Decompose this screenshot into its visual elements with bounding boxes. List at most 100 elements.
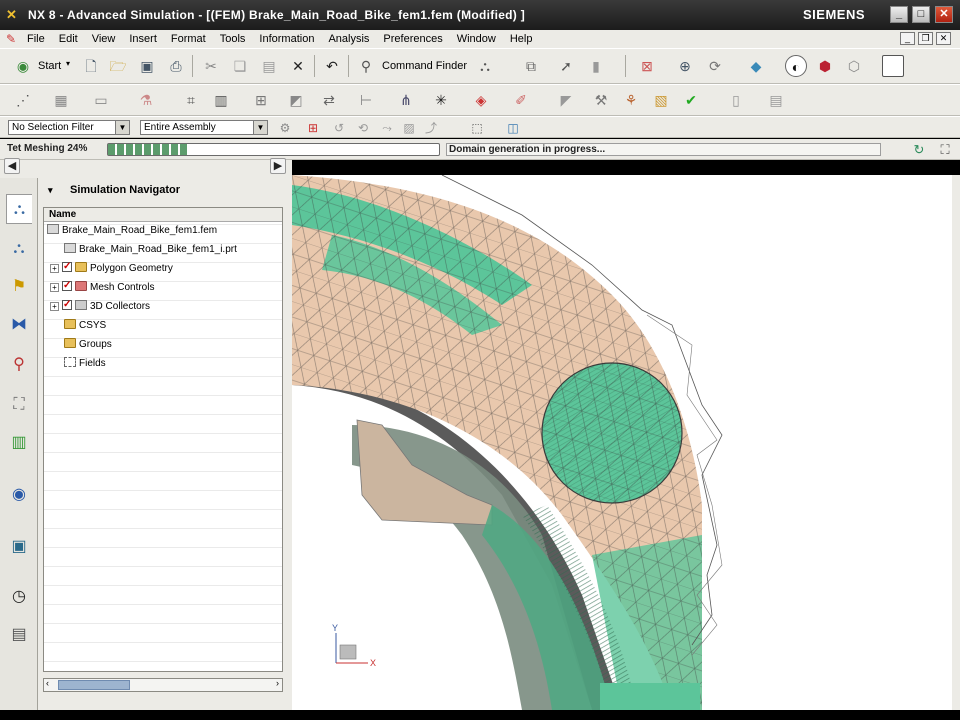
start-dropdown-icon[interactable]: ▾: [66, 59, 70, 68]
window-icon[interactable]: ⧉: [520, 55, 542, 77]
scroll-left-icon[interactable]: ‹: [46, 678, 49, 688]
visibility-checkbox[interactable]: [62, 258, 72, 276]
measure-icon[interactable]: ⚒: [590, 89, 612, 111]
expand-icon[interactable]: +: [50, 302, 59, 311]
reuse-library-tab-icon[interactable]: ⚲: [6, 350, 32, 380]
start-icon[interactable]: ◉: [12, 55, 34, 77]
select-undo-icon[interactable]: ↺: [328, 117, 350, 139]
export-icon[interactable]: ▤: [765, 89, 787, 111]
cut-icon[interactable]: ✂: [200, 55, 222, 77]
menu-view[interactable]: View: [85, 33, 123, 45]
app-menu-icon[interactable]: ✎: [0, 32, 20, 46]
simulation-navigator-tab-icon[interactable]: ⛬: [6, 194, 32, 224]
web-browser-tab-icon[interactable]: ◉: [6, 480, 32, 510]
rotate-icon[interactable]: ⟳: [704, 55, 726, 77]
menu-information[interactable]: Information: [252, 33, 321, 45]
refresh-icon[interactable]: ↻: [908, 139, 930, 161]
copy-icon[interactable]: ❏: [229, 55, 251, 77]
node-edit-icon[interactable]: ⋔: [395, 89, 417, 111]
fullscreen-icon[interactable]: ⛶: [934, 139, 956, 161]
tree-item-fields[interactable]: Fields: [64, 355, 106, 373]
fem-mesh-icon[interactable]: ⛬: [474, 55, 496, 77]
spider-icon[interactable]: ✳: [430, 89, 452, 111]
scrollbar-thumb[interactable]: [58, 680, 130, 690]
info-window-icon[interactable]: ▮: [585, 55, 607, 77]
gear-icon[interactable]: ⚙: [274, 117, 296, 139]
connect-icon[interactable]: ⊢: [355, 89, 377, 111]
component-icon[interactable]: ◫: [502, 117, 524, 139]
tree-item-idealized-part[interactable]: Brake_Main_Road_Bike_fem1_i.prt: [64, 241, 237, 259]
start-button[interactable]: Start: [38, 60, 61, 72]
render-style-icon[interactable]: ◐: [785, 55, 807, 77]
menu-tools[interactable]: Tools: [213, 33, 253, 45]
menu-window[interactable]: Window: [450, 33, 503, 45]
assembly-navigator-tab-icon[interactable]: ⚑: [6, 272, 32, 302]
select-tangent-icon[interactable]: ⤳: [376, 117, 398, 139]
clock-icon[interactable]: ◷: [6, 582, 32, 612]
doc-minimize-button[interactable]: _: [900, 32, 915, 45]
table-icon[interactable]: ▥: [210, 89, 232, 111]
tree-item-polygon-geometry[interactable]: +Polygon Geometry: [50, 258, 173, 278]
command-finder-button[interactable]: Command Finder: [382, 60, 467, 72]
collapse-icon[interactable]: ▾: [48, 178, 53, 202]
hd3d-tools-tab-icon[interactable]: ⛶: [6, 390, 32, 420]
roles-tab-icon[interactable]: ▤: [6, 620, 32, 650]
command-finder-icon[interactable]: ⚲: [355, 55, 377, 77]
element-edit-icon[interactable]: ⊞: [250, 89, 272, 111]
delete-icon[interactable]: ✕: [287, 55, 309, 77]
expand-icon[interactable]: +: [50, 283, 59, 292]
geometry-edit-icon[interactable]: ✐: [510, 89, 532, 111]
history-tab-icon[interactable]: ▣: [6, 532, 32, 562]
select-edge-icon[interactable]: ⤴: [420, 117, 442, 139]
new-file-icon[interactable]: 🗋: [80, 55, 102, 77]
collector-icon[interactable]: ▧: [650, 89, 672, 111]
translate-icon[interactable]: ⇄: [318, 89, 340, 111]
scroll-right-icon[interactable]: ›: [276, 678, 279, 688]
minimize-button[interactable]: _: [890, 6, 908, 23]
doc-restore-button[interactable]: ❐: [918, 32, 933, 45]
wireframe-cube-icon[interactable]: ⬡: [843, 55, 865, 77]
graphics-viewport[interactable]: Y X: [292, 175, 952, 710]
save-icon[interactable]: ▣: [136, 55, 158, 77]
selection-filter-select[interactable]: No Selection Filter ▼: [8, 120, 130, 135]
shaded-cube-icon[interactable]: ⬢: [814, 55, 836, 77]
horizontal-scrollbar[interactable]: ‹ ›: [43, 678, 283, 692]
mesh-node-icon[interactable]: ⋰: [12, 89, 34, 111]
visibility-checkbox[interactable]: [62, 296, 72, 314]
mesh-control-icon[interactable]: ⌗: [180, 89, 202, 111]
menu-format[interactable]: Format: [164, 33, 213, 45]
report-icon[interactable]: ▯: [725, 89, 747, 111]
orient-view-icon[interactable]: ◆: [745, 55, 767, 77]
tree-item-mesh-controls[interactable]: +Mesh Controls: [50, 277, 154, 297]
paste-icon[interactable]: ▤: [258, 55, 280, 77]
assign-icon[interactable]: ⚘: [620, 89, 642, 111]
undo-icon[interactable]: ↶: [321, 55, 343, 77]
assembly-scope-select[interactable]: Entire Assembly ▼: [140, 120, 268, 135]
background-icon[interactable]: [882, 55, 904, 77]
expand-icon[interactable]: +: [50, 264, 59, 273]
select-body-icon[interactable]: ▨: [398, 117, 420, 139]
face-icon[interactable]: ◤: [555, 89, 577, 111]
print-icon[interactable]: ⎙: [165, 55, 187, 77]
maximize-button[interactable]: □: [912, 6, 930, 23]
select-cursor-icon[interactable]: ➚: [555, 55, 577, 77]
menu-file[interactable]: File: [20, 33, 52, 45]
element-check-icon[interactable]: ◈: [470, 89, 492, 111]
doc-close-button[interactable]: ✕: [936, 32, 951, 45]
menu-preferences[interactable]: Preferences: [376, 33, 449, 45]
tree-item-groups[interactable]: Groups: [64, 336, 112, 354]
nav-right-icon[interactable]: ▶: [270, 158, 286, 174]
menu-edit[interactable]: Edit: [52, 33, 85, 45]
visibility-checkbox[interactable]: [62, 277, 72, 295]
select-curve-icon[interactable]: ⟲: [352, 117, 374, 139]
tree-item-fem[interactable]: Brake_Main_Road_Bike_fem1.fem: [47, 222, 217, 240]
tree-item-csys[interactable]: CSYS: [64, 317, 106, 335]
part-navigator-tab-icon[interactable]: ⛬: [6, 234, 32, 264]
palette-tab-icon[interactable]: ▥: [6, 428, 32, 458]
tree-item-3d-collectors[interactable]: +3D Collectors: [50, 296, 150, 316]
menu-insert[interactable]: Insert: [122, 33, 164, 45]
menu-help[interactable]: Help: [503, 33, 540, 45]
mesh-2d-icon[interactable]: ▭: [90, 89, 112, 111]
mesh-3d-icon[interactable]: ▦: [50, 89, 72, 111]
surface-icon[interactable]: ◩: [285, 89, 307, 111]
